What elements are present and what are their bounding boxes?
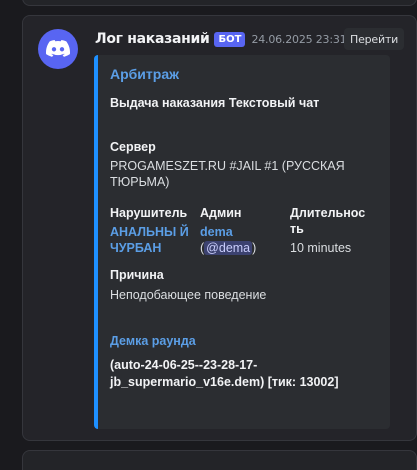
field-duration: Длительнос ть 10 minutes	[290, 205, 375, 256]
timestamp: 24.06.2025 23:31	[251, 32, 347, 46]
field-server: Сервер PROGAMESZET.RU #JAIL #1 (РУССКАЯ …	[110, 139, 370, 190]
embed: Арбитраж Выдача наказания Текстовый чат …	[94, 55, 390, 429]
field-reason: Причина Неподобающее поведение	[110, 267, 370, 303]
field-admin-label: Админ	[200, 206, 242, 220]
discord-logo-icon	[46, 40, 70, 57]
field-reason-value: Неподобающее поведение	[110, 288, 267, 302]
embed-title: Арбитраж	[110, 66, 180, 82]
bot-badge: БОТ	[214, 31, 246, 47]
admin-name-link[interactable]: dema	[200, 225, 233, 239]
jump-button[interactable]: Перейти	[344, 28, 405, 50]
field-demo-title[interactable]: Демка раунда	[110, 333, 380, 349]
field-server-value: PROGAMESZET.RU #JAIL #1 (РУССКАЯ ТЮРЬМА)	[110, 159, 345, 189]
bot-avatar[interactable]	[38, 29, 78, 69]
field-duration-value: 10 minutes	[290, 241, 352, 255]
field-server-label: Сервер	[110, 140, 156, 154]
message-header: Лог наказаний БОТ 24.06.2025 23:31	[95, 30, 347, 48]
field-demo: Демка раунда (auto-24-06-25--23-28-17-jb…	[110, 333, 380, 391]
embed-description: Выдача наказания Текстовый чат	[110, 96, 320, 110]
next-message-card	[22, 450, 417, 470]
field-reason-label: Причина	[110, 268, 164, 282]
field-demo-value: (auto-24-06-25--23-28-17-jb_supermario_v…	[110, 358, 339, 389]
field-offender: Нарушитель АНАЛЬНЫ Й ЧУРБАН	[110, 205, 190, 256]
admin-mention[interactable]: @dema	[204, 241, 253, 255]
field-offender-label: Нарушитель	[110, 206, 188, 220]
previous-message-card	[22, 0, 417, 6]
username[interactable]: Лог наказаний	[95, 31, 210, 47]
field-admin: Админ dema (@dema)	[200, 205, 280, 256]
field-duration-label: Длительнос ть	[290, 206, 366, 236]
admin-paren-close: )	[252, 241, 257, 255]
field-offender-value[interactable]: АНАЛЬНЫ Й ЧУРБАН	[110, 224, 190, 256]
